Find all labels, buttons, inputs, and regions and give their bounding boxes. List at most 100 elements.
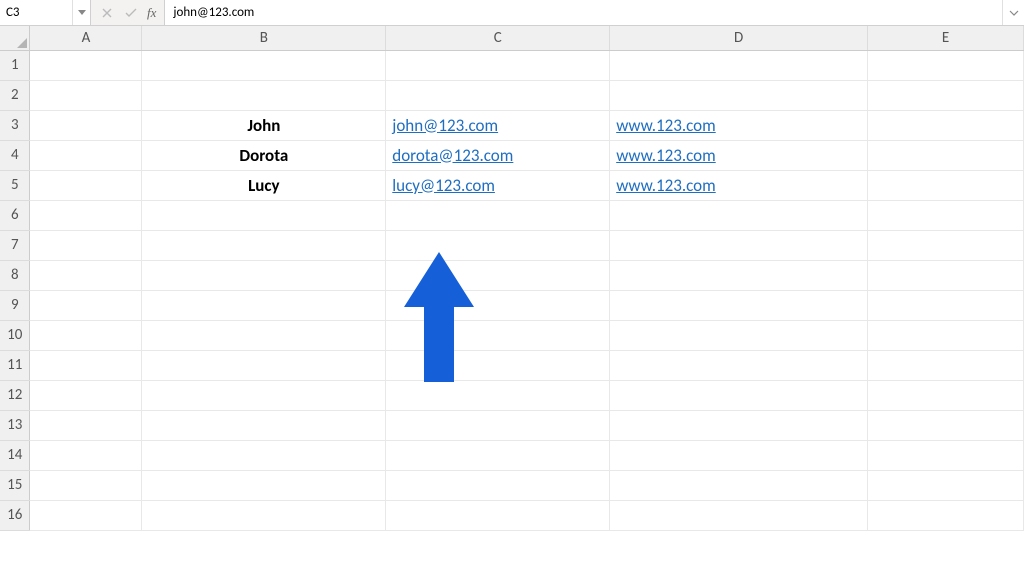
cell-D9[interactable] <box>610 290 868 320</box>
hyperlink[interactable]: dorota@123.com <box>392 145 513 166</box>
row-header-10[interactable]: 10 <box>0 320 30 350</box>
cell-E13[interactable] <box>868 410 1024 440</box>
hyperlink[interactable]: www.123.com <box>616 115 716 136</box>
cell-C7[interactable] <box>386 230 610 260</box>
cell-B9[interactable] <box>142 290 386 320</box>
row-header-2[interactable]: 2 <box>0 80 30 110</box>
row-header-1[interactable]: 1 <box>0 50 30 80</box>
cell-A3[interactable] <box>30 110 142 140</box>
cell-E16[interactable] <box>868 500 1024 530</box>
cell-C9[interactable] <box>386 290 610 320</box>
col-header-E[interactable]: E <box>868 26 1024 50</box>
cell-A15[interactable] <box>30 470 142 500</box>
cell-C1[interactable] <box>386 50 610 80</box>
name-box-dropdown[interactable] <box>72 0 90 25</box>
cell-B6[interactable] <box>142 200 386 230</box>
cell-B13[interactable] <box>142 410 386 440</box>
cell-C15[interactable] <box>386 470 610 500</box>
cell-A5[interactable] <box>30 170 142 200</box>
cell-C2[interactable]: Email <box>386 80 610 110</box>
cell-E10[interactable] <box>868 320 1024 350</box>
hyperlink[interactable]: www.123.com <box>616 145 716 166</box>
cell-D5[interactable]: www.123.com <box>610 170 868 200</box>
formula-expand-button[interactable] <box>1002 0 1024 25</box>
row-header-9[interactable]: 9 <box>0 290 30 320</box>
fx-button[interactable]: fx <box>143 5 160 21</box>
row-header-11[interactable]: 11 <box>0 350 30 380</box>
cell-A14[interactable] <box>30 440 142 470</box>
cell-C4[interactable]: dorota@123.com <box>386 140 610 170</box>
cell-C8[interactable] <box>386 260 610 290</box>
cell-B4[interactable]: Dorota <box>142 140 386 170</box>
cell-D2[interactable]: Web <box>610 80 868 110</box>
row-header-14[interactable]: 14 <box>0 440 30 470</box>
cell-E11[interactable] <box>868 350 1024 380</box>
hyperlink[interactable]: www.123.com <box>616 175 716 196</box>
name-box[interactable] <box>0 0 72 25</box>
cell-E15[interactable] <box>868 470 1024 500</box>
cell-A9[interactable] <box>30 290 142 320</box>
cell-C11[interactable] <box>386 350 610 380</box>
cell-E1[interactable] <box>868 50 1024 80</box>
row-header-5[interactable]: 5 <box>0 170 30 200</box>
cell-D7[interactable] <box>610 230 868 260</box>
hyperlink[interactable]: lucy@123.com <box>392 175 495 196</box>
formula-input[interactable] <box>165 0 1002 25</box>
cell-A10[interactable] <box>30 320 142 350</box>
cell-C12[interactable] <box>386 380 610 410</box>
cell-A1[interactable] <box>30 50 142 80</box>
col-header-C[interactable]: C <box>386 26 610 50</box>
cell-D4[interactable]: www.123.com <box>610 140 868 170</box>
cell-A4[interactable] <box>30 140 142 170</box>
cancel-formula-button[interactable] <box>95 0 119 25</box>
cell-B15[interactable] <box>142 470 386 500</box>
cell-A6[interactable] <box>30 200 142 230</box>
cell-B5[interactable]: Lucy <box>142 170 386 200</box>
cell-D8[interactable] <box>610 260 868 290</box>
col-header-D[interactable]: D <box>610 26 868 50</box>
col-header-B[interactable]: B <box>142 26 386 50</box>
cell-B7[interactable] <box>142 230 386 260</box>
cell-E14[interactable] <box>868 440 1024 470</box>
col-header-A[interactable]: A <box>30 26 142 50</box>
cell-C5[interactable]: lucy@123.com <box>386 170 610 200</box>
cell-D3[interactable]: www.123.com <box>610 110 868 140</box>
cell-B11[interactable] <box>142 350 386 380</box>
row-header-13[interactable]: 13 <box>0 410 30 440</box>
cell-E6[interactable] <box>868 200 1024 230</box>
hyperlink[interactable]: john@123.com <box>392 115 498 136</box>
cell-D6[interactable] <box>610 200 868 230</box>
cell-D13[interactable] <box>610 410 868 440</box>
cell-C14[interactable] <box>386 440 610 470</box>
cell-E12[interactable] <box>868 380 1024 410</box>
cell-B16[interactable] <box>142 500 386 530</box>
spreadsheet-grid[interactable]: A B C D E 1 2 Name Email Web 3 John john… <box>0 26 1024 531</box>
cell-A2[interactable] <box>30 80 142 110</box>
cell-D15[interactable] <box>610 470 868 500</box>
row-header-8[interactable]: 8 <box>0 260 30 290</box>
enter-formula-button[interactable] <box>119 0 143 25</box>
cell-E8[interactable] <box>868 260 1024 290</box>
cell-B14[interactable] <box>142 440 386 470</box>
cell-B12[interactable] <box>142 380 386 410</box>
cell-E7[interactable] <box>868 230 1024 260</box>
row-header-6[interactable]: 6 <box>0 200 30 230</box>
cell-D14[interactable] <box>610 440 868 470</box>
cell-C16[interactable] <box>386 500 610 530</box>
cell-B10[interactable] <box>142 320 386 350</box>
cell-E5[interactable] <box>868 170 1024 200</box>
cell-A11[interactable] <box>30 350 142 380</box>
cell-A8[interactable] <box>30 260 142 290</box>
cell-A7[interactable] <box>30 230 142 260</box>
cell-C3[interactable]: john@123.com <box>386 110 610 140</box>
cell-E2[interactable] <box>868 80 1024 110</box>
select-all-corner[interactable] <box>0 26 30 50</box>
cell-C10[interactable] <box>386 320 610 350</box>
cell-D1[interactable] <box>610 50 868 80</box>
row-header-3[interactable]: 3 <box>0 110 30 140</box>
cell-A12[interactable] <box>30 380 142 410</box>
row-header-15[interactable]: 15 <box>0 470 30 500</box>
cell-A16[interactable] <box>30 500 142 530</box>
cell-C13[interactable] <box>386 410 610 440</box>
cell-D10[interactable] <box>610 320 868 350</box>
